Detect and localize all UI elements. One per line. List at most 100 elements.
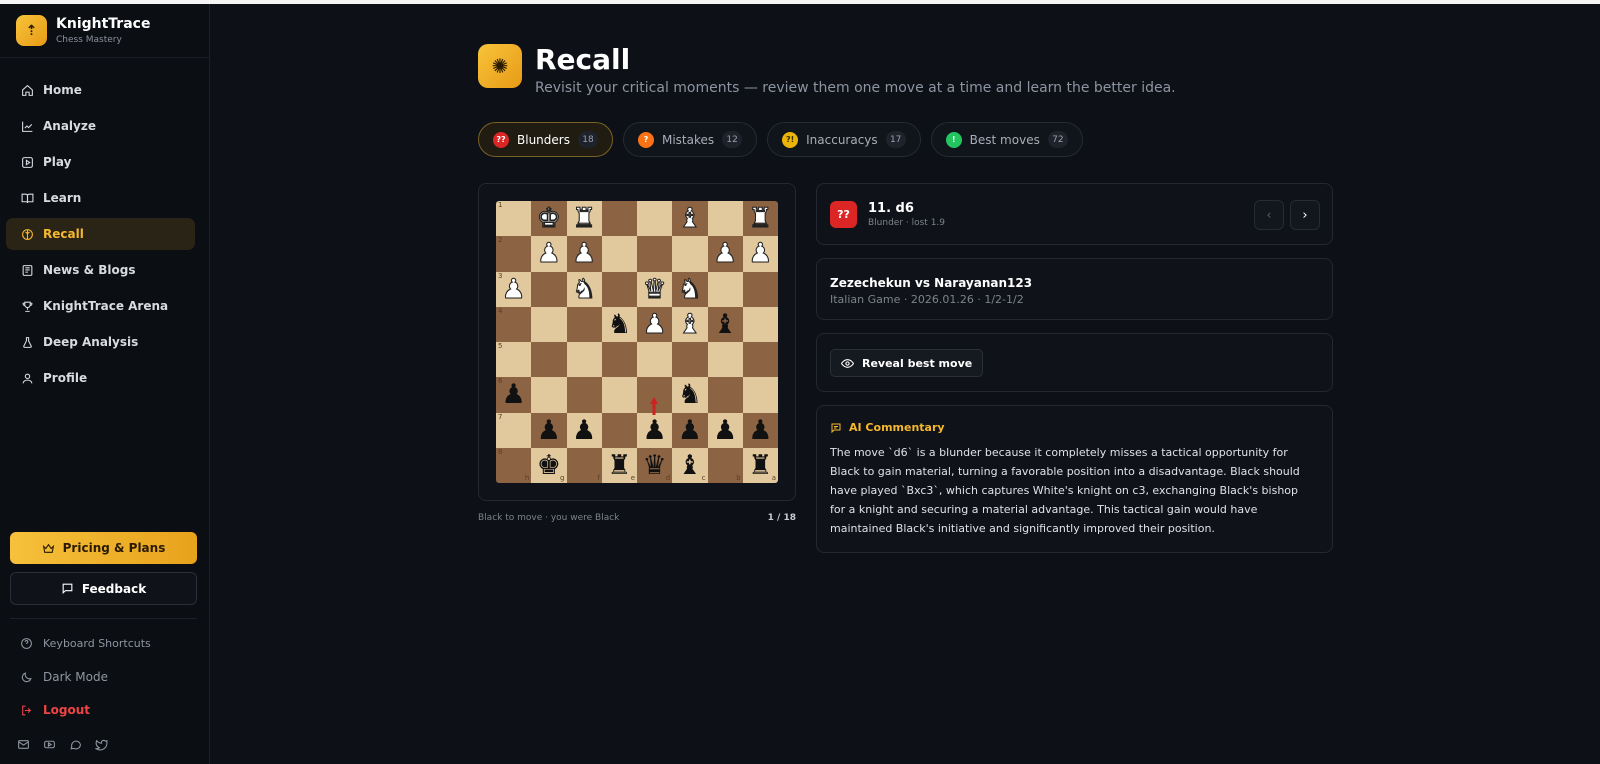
board-square[interactable] [672,236,708,272]
board-square[interactable]: ♟ [742,236,778,272]
board-square[interactable]: 4 [496,306,532,342]
white-pawn-icon[interactable]: ♟ [642,310,667,338]
sidebar-item-arena[interactable]: KnightTrace Arena [6,290,195,322]
board-square[interactable]: ♟ [531,412,567,448]
board-square[interactable]: 8h [496,447,532,483]
black-pawn-icon[interactable]: ♟ [713,417,737,444]
white-bishop-icon[interactable]: ♝ [677,310,702,338]
chat-icon[interactable] [69,738,82,751]
board-square[interactable] [531,306,567,342]
board-square[interactable]: d ♛ [637,447,673,483]
pricing-plans-button[interactable]: Pricing & Plans [10,532,197,564]
board-square[interactable]: f [566,447,602,483]
black-pawn-icon[interactable]: ♟ [643,417,667,444]
youtube-icon[interactable] [43,738,56,751]
board-square[interactable]: ♞ [566,271,602,307]
white-knight-icon[interactable]: ♞ [572,275,597,303]
board-square[interactable]: ♛ [637,271,673,307]
board-square[interactable] [707,377,743,413]
board-square[interactable] [601,412,637,448]
board-square[interactable]: ♟ [637,306,673,342]
black-rook-icon[interactable]: ♜ [607,452,631,479]
white-knight-icon[interactable]: ♞ [677,275,702,303]
board-square[interactable] [531,377,567,413]
tab-mistakes[interactable]: ? Mistakes 12 [622,122,758,157]
board-square[interactable] [531,342,567,378]
board-square[interactable] [601,271,637,307]
board-square[interactable]: ♝ [672,201,708,237]
mail-icon[interactable] [17,738,30,751]
reveal-best-move-button[interactable]: Reveal best move [830,349,984,377]
next-move-button[interactable]: › [1290,200,1320,230]
board-square[interactable] [707,342,743,378]
board-square[interactable]: ♜ [742,201,778,237]
board-square[interactable] [637,201,673,237]
tab-best-moves[interactable]: ! Best moves 72 [930,122,1083,157]
black-knight-icon[interactable]: ♞ [678,381,702,408]
sidebar-item-home[interactable]: Home [6,74,195,106]
board-square[interactable] [601,377,637,413]
black-bishop-icon[interactable]: ♝ [713,311,737,338]
board-square[interactable]: g ♚ [531,447,567,483]
white-king-icon[interactable]: ♚ [536,205,561,233]
board-square[interactable] [672,342,708,378]
board-square[interactable]: ♟ [566,412,602,448]
board-square[interactable] [707,271,743,307]
board-square[interactable]: ♞ [672,271,708,307]
board-square[interactable] [742,306,778,342]
logout-button[interactable]: Logout [20,703,90,717]
board-square[interactable]: b [707,447,743,483]
feedback-button[interactable]: Feedback [10,572,197,605]
board-square[interactable]: 7 [496,412,532,448]
white-pawn-icon[interactable]: ♟ [572,240,597,268]
board-square[interactable] [707,201,743,237]
white-pawn-icon[interactable]: ♟ [748,240,773,268]
black-pawn-icon[interactable]: ♟ [502,381,526,408]
black-pawn-icon[interactable]: ♟ [748,417,772,444]
sidebar-item-profile[interactable]: Profile [6,362,195,394]
sidebar-item-deep-analysis[interactable]: Deep Analysis [6,326,195,358]
board-square[interactable]: 3 ♟ [496,271,532,307]
board-square[interactable]: ♜ [566,201,602,237]
sidebar-item-news[interactable]: News & Blogs [6,254,195,286]
tab-inaccuracies[interactable]: ?! Inaccuracys 17 [767,122,921,157]
white-pawn-icon[interactable]: ♟ [501,275,526,303]
board-square[interactable]: ♟ [742,412,778,448]
board-square[interactable]: ♚ [531,201,567,237]
board-square[interactable] [601,201,637,237]
brand[interactable]: ⇡ KnightTrace Chess Mastery [0,4,209,58]
previous-move-button[interactable]: ‹ [1254,200,1284,230]
board-square[interactable]: ♞ [601,306,637,342]
keyboard-shortcuts-link[interactable]: Keyboard Shortcuts [20,637,151,650]
board-square[interactable]: 1 [496,201,532,237]
board-square[interactable] [601,236,637,272]
board-square[interactable] [566,377,602,413]
board-square[interactable] [531,271,567,307]
board-square[interactable]: 5 [496,342,532,378]
board-square[interactable] [601,342,637,378]
board-square[interactable]: ♟ [672,412,708,448]
board-square[interactable]: ♟ [707,412,743,448]
board-square[interactable] [742,271,778,307]
board-square[interactable]: ♟ [637,412,673,448]
white-queen-icon[interactable]: ♛ [642,275,667,303]
black-king-icon[interactable]: ♚ [537,452,561,479]
black-bishop-icon[interactable]: ♝ [678,452,702,479]
sidebar-item-recall[interactable]: Recall [6,218,195,250]
board-square[interactable]: ♝ [672,306,708,342]
board-square[interactable] [566,306,602,342]
board-square[interactable]: e ♜ [601,447,637,483]
board-square[interactable] [566,342,602,378]
board-square[interactable] [742,342,778,378]
sidebar-item-learn[interactable]: Learn [6,182,195,214]
board-square[interactable]: ♟ [707,236,743,272]
board-square[interactable]: 2 [496,236,532,272]
black-rook-icon[interactable]: ♜ [748,452,772,479]
black-knight-icon[interactable]: ♞ [607,311,631,338]
board-square[interactable]: ♝ [707,306,743,342]
dark-mode-toggle[interactable]: Dark Mode [20,670,108,684]
board-square[interactable]: a ♜ [742,447,778,483]
black-pawn-icon[interactable]: ♟ [537,417,561,444]
board-square[interactable]: 6 ♟ [496,377,532,413]
white-rook-icon[interactable]: ♜ [572,205,597,233]
